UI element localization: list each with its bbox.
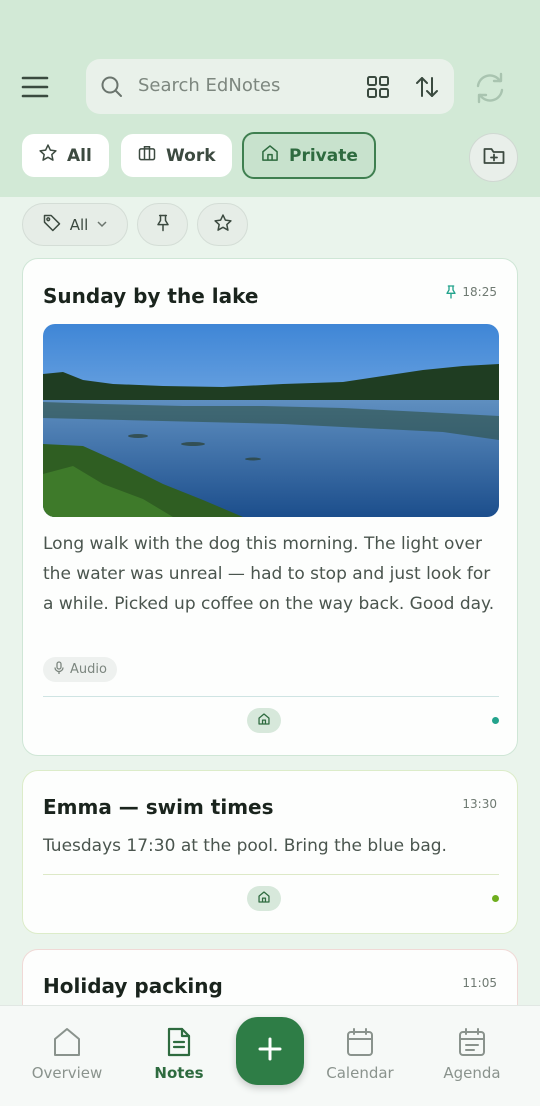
note-time: 11:05 (462, 976, 497, 990)
home-icon (257, 711, 271, 730)
note-body: Tuesdays 17:30 at the pool. Bring the bl… (43, 836, 447, 856)
sync-icon[interactable] (472, 70, 508, 110)
nav-overview[interactable]: Overview (17, 1026, 117, 1082)
category-label: All (67, 145, 92, 166)
hamburger-menu-icon[interactable] (18, 70, 52, 104)
home-icon (257, 889, 271, 908)
search-input[interactable]: Search EdNotes (138, 75, 280, 96)
pinned-icon (443, 283, 459, 305)
pinned-filter-button[interactable] (137, 203, 188, 246)
color-dot (492, 895, 499, 902)
lake-photo[interactable] (43, 324, 499, 517)
note-title: Holiday packing (43, 974, 223, 998)
tag-filter-label: All (69, 215, 89, 234)
note-title: Sunday by the lake (43, 284, 259, 308)
star-icon (213, 213, 233, 237)
star-icon (38, 143, 58, 168)
nav-notes[interactable]: Notes (129, 1026, 229, 1082)
note-time: 13:30 (462, 797, 497, 811)
attachment-label: Audio (70, 662, 107, 677)
audio-attachment-badge[interactable]: Audio (43, 657, 117, 682)
nav-label: Notes (154, 1064, 204, 1082)
note-body: Long walk with the dog this morning. The… (43, 534, 495, 614)
note-title: Emma — swim times (43, 795, 274, 819)
tag-icon (42, 213, 62, 237)
nav-label: Overview (31, 1064, 103, 1082)
calendar-icon (310, 1026, 410, 1060)
category-all-button[interactable]: All (22, 134, 109, 177)
plus-icon (257, 1036, 283, 1066)
home-icon (260, 143, 280, 168)
note-time: 18:25 (462, 285, 497, 299)
pin-icon (153, 213, 173, 237)
category-work-button[interactable]: Work (121, 134, 232, 177)
agenda-icon (422, 1026, 522, 1060)
nav-label: Agenda (443, 1064, 501, 1082)
note-card[interactable]: Emma — swim times 13:30 Tuesdays 17:30 a… (22, 770, 518, 934)
sort-icon[interactable] (414, 74, 440, 104)
nav-label: Calendar (326, 1064, 394, 1082)
microphone-icon (53, 660, 65, 679)
category-label: Work (166, 145, 216, 166)
color-dot (492, 717, 499, 724)
nav-calendar[interactable]: Calendar (310, 1026, 410, 1082)
card-divider (43, 696, 499, 697)
add-folder-button[interactable] (469, 133, 518, 182)
tag-filter-dropdown[interactable]: All (22, 203, 128, 246)
category-label: Private (289, 145, 358, 166)
grid-view-icon[interactable] (366, 75, 390, 103)
favorites-filter-button[interactable] (197, 203, 248, 246)
chevron-down-icon (96, 216, 108, 234)
search-icon (100, 75, 124, 103)
document-icon (129, 1026, 229, 1060)
briefcase-icon (137, 143, 157, 168)
private-category-badge (247, 886, 281, 911)
search-bar[interactable]: Search EdNotes (86, 59, 454, 114)
house-outline-icon (17, 1026, 117, 1060)
nav-agenda[interactable]: Agenda (422, 1026, 522, 1082)
card-divider (43, 874, 499, 875)
top-bar: Search EdNotes All Work Private (0, 0, 540, 197)
note-card[interactable]: Sunday by the lake 18:25 Long walk with … (22, 258, 518, 756)
category-private-button[interactable]: Private (242, 132, 376, 179)
add-note-button[interactable] (236, 1017, 304, 1085)
private-category-badge (247, 708, 281, 733)
folder-plus-icon (482, 144, 506, 172)
